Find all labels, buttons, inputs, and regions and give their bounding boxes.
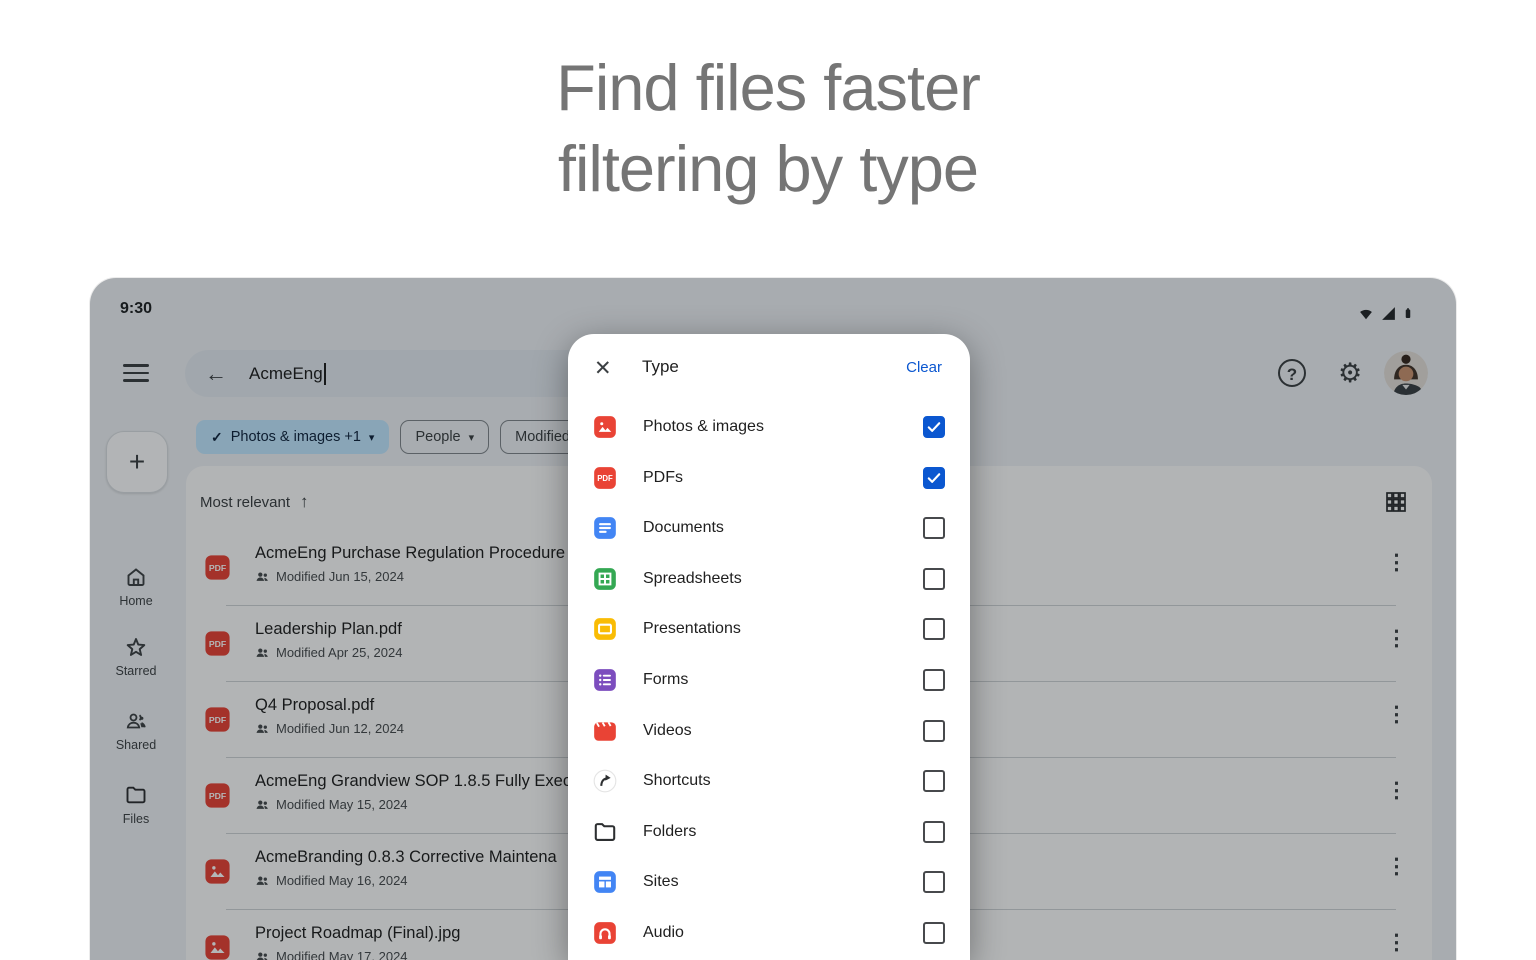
sites-icon: [592, 869, 618, 895]
pdf-icon: [592, 465, 618, 491]
videos-icon: [592, 718, 618, 744]
headline-line2: filtering by type: [0, 129, 1536, 210]
type-option-pdfs[interactable]: PDFs: [568, 453, 970, 503]
headline: Find files faster filtering by type: [0, 48, 1536, 209]
type-option-label: Videos: [643, 706, 692, 756]
checkbox[interactable]: [923, 467, 945, 489]
slides-icon: [592, 616, 618, 642]
close-icon[interactable]: ✕: [594, 356, 612, 381]
folder-icon: [592, 819, 618, 845]
type-option-documents[interactable]: Documents: [568, 503, 970, 553]
checkbox[interactable]: [923, 770, 945, 792]
checkbox[interactable]: [923, 416, 945, 438]
type-option-label: Audio: [643, 908, 684, 958]
checkbox[interactable]: [923, 618, 945, 640]
panel-title: Type: [642, 357, 679, 377]
checkbox[interactable]: [923, 871, 945, 893]
type-option-spreadsheets[interactable]: Spreadsheets: [568, 554, 970, 604]
type-option-audio[interactable]: Audio: [568, 908, 970, 958]
shortcut-icon: [592, 768, 618, 794]
sheets-icon: [592, 566, 618, 592]
checkbox[interactable]: [923, 821, 945, 843]
clear-button[interactable]: Clear: [906, 359, 942, 376]
forms-icon: [592, 667, 618, 693]
type-option-label: Forms: [643, 655, 688, 705]
type-option-label: PDFs: [643, 453, 683, 503]
type-option-label: Folders: [643, 807, 696, 857]
type-option-photos[interactable]: Photos & images: [568, 402, 970, 452]
photos-icon: [592, 414, 618, 440]
type-option-sites[interactable]: Sites: [568, 857, 970, 907]
type-filter-panel: ✕ Type Clear Photos & images PDFs Docume…: [568, 334, 970, 960]
type-option-label: Sites: [643, 857, 679, 907]
tablet-device-frame: 9:30 ← AcmeEng ? ⚙ ✓ Photos & images +1 …: [90, 278, 1456, 960]
headline-line1: Find files faster: [0, 48, 1536, 129]
checkbox[interactable]: [923, 669, 945, 691]
checkbox[interactable]: [923, 922, 945, 944]
checkbox[interactable]: [923, 568, 945, 590]
checkbox[interactable]: [923, 517, 945, 539]
type-option-folders[interactable]: Folders: [568, 807, 970, 857]
check-icon: [925, 418, 943, 436]
type-option-label: Documents: [643, 503, 724, 553]
docs-icon: [592, 515, 618, 541]
type-option-presentations[interactable]: Presentations: [568, 604, 970, 654]
type-option-label: Shortcuts: [643, 756, 711, 806]
type-option-label: Spreadsheets: [643, 554, 742, 604]
audio-icon: [592, 920, 618, 946]
type-option-videos[interactable]: Videos: [568, 706, 970, 756]
type-option-label: Photos & images: [643, 402, 764, 452]
check-icon: [925, 469, 943, 487]
type-option-shortcuts[interactable]: Shortcuts: [568, 756, 970, 806]
checkbox[interactable]: [923, 720, 945, 742]
type-option-forms[interactable]: Forms: [568, 655, 970, 705]
type-option-label: Presentations: [643, 604, 741, 654]
